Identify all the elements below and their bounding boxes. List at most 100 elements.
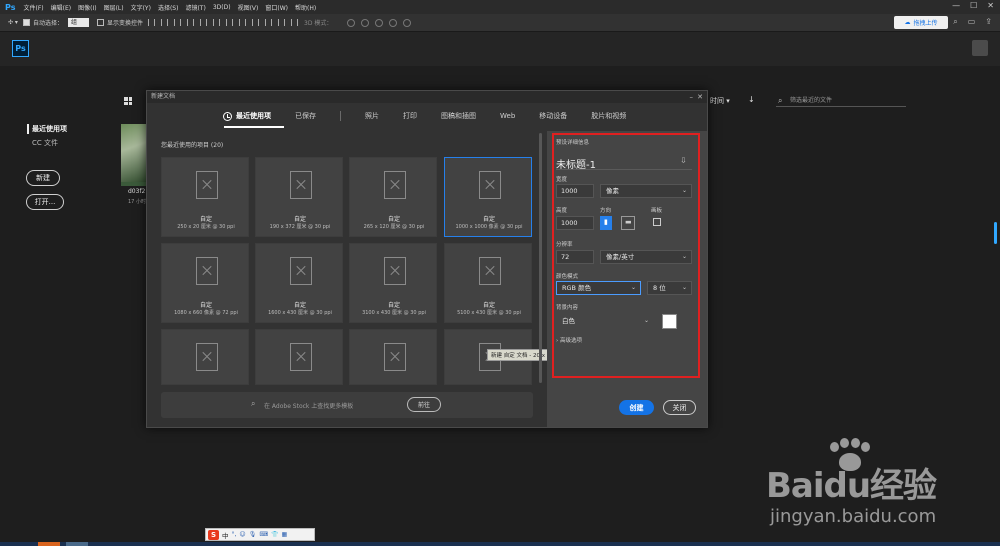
preset-card[interactable]: 自定 250 x 20 厘米 @ 30 ppi [161, 157, 249, 237]
tab-film[interactable]: 胶片和视频 [591, 111, 626, 121]
menu-view[interactable]: 视图(V) [238, 3, 259, 12]
preset-card[interactable]: 自定 190 x 372 厘米 @ 30 ppi [255, 157, 343, 237]
menu-window[interactable]: 窗口(W) [265, 3, 288, 12]
3d-tools [347, 18, 412, 27]
stock-go-button[interactable]: 前往 [407, 397, 441, 412]
recent-file-thumbnail[interactable] [121, 124, 149, 186]
sort-select[interactable]: 时间 ▾ [710, 96, 730, 106]
sort-label: 时间 [710, 97, 724, 105]
search-icon[interactable]: ⌕ [953, 17, 957, 27]
grid-view-icon[interactable] [124, 97, 132, 105]
dialog-minimize-icon[interactable]: – [690, 91, 694, 103]
align-top-icon[interactable] [187, 19, 194, 26]
scale-icon[interactable] [403, 18, 412, 27]
close-icon[interactable]: ✕ [987, 1, 994, 10]
tab-recent[interactable]: 最近使用项 [223, 111, 271, 121]
workspace-icon[interactable]: ▭ [968, 17, 976, 27]
create-button[interactable]: 创建 [619, 400, 654, 415]
slide-icon[interactable] [389, 18, 398, 27]
toolbox-icon[interactable]: ▦ [281, 531, 287, 538]
minimize-icon[interactable]: — [952, 1, 960, 10]
preset-card-selected[interactable]: 自定 1000 x 1000 像素 @ 30 ppi [444, 157, 532, 237]
layer-select[interactable]: 组 [67, 18, 89, 27]
skin-icon[interactable]: 👕 [271, 531, 278, 538]
filter-recent-input[interactable]: ⌕ 筛选最近的文件 [776, 94, 906, 107]
show-transform-checkbox[interactable] [96, 19, 104, 26]
dialog-close-icon[interactable]: ✕ [697, 91, 703, 103]
stock-search-input[interactable]: 在 Adobe Stock 上查找更多模板 [264, 401, 353, 410]
tab-art[interactable]: 图稿和插图 [441, 111, 476, 121]
tab-web[interactable]: Web [500, 112, 515, 120]
preset-card[interactable]: 自定 3100 x 430 厘米 @ 30 ppi [349, 243, 437, 323]
menu-select[interactable]: 选择(S) [158, 3, 179, 12]
taskbar-app-icon[interactable] [38, 542, 60, 546]
close-button[interactable]: 关闭 [663, 400, 696, 415]
preset-card[interactable]: 自定 1600 x 430 厘米 @ 30 ppi [255, 243, 343, 323]
preset-card[interactable] [255, 329, 343, 385]
menu-bar: Ps 文件(F) 编辑(E) 图像(I) 图层(L) 文字(Y) 选择(S) 滤… [0, 0, 1000, 14]
menu-file[interactable]: 文件(F) [23, 3, 43, 12]
preset-card[interactable] [161, 329, 249, 385]
emoji-icon[interactable]: ☺ [239, 531, 245, 538]
distribute-bottom-icon[interactable] [291, 19, 298, 26]
orbit-icon[interactable] [347, 18, 356, 27]
clock-icon [223, 111, 232, 121]
share-label: 拖拽上传 [913, 20, 938, 27]
preset-dim: 265 x 120 厘米 @ 30 ppi [363, 224, 425, 230]
new-button[interactable]: 新建 [26, 170, 60, 186]
distribute-top-icon[interactable] [265, 19, 272, 26]
sort-direction-icon[interactable]: ↓ [748, 95, 755, 104]
punctuation-icon[interactable]: °, [232, 531, 237, 538]
menu-3d[interactable]: 3D(D) [213, 4, 231, 11]
ime-language[interactable]: 中 [222, 530, 229, 540]
menu-image[interactable]: 图像(I) [78, 3, 96, 12]
menu-edit[interactable]: 编辑(E) [51, 3, 71, 12]
align-right-icon[interactable] [174, 19, 181, 26]
tab-mobile[interactable]: 移动设备 [539, 111, 567, 121]
auto-select-checkbox[interactable] [22, 19, 30, 26]
workspace-scroll-indicator[interactable] [994, 222, 997, 244]
taskbar-app-icon[interactable] [66, 542, 88, 546]
upload-share-button[interactable]: ☁ 拖拽上传 [894, 16, 948, 29]
presets-scrollbar[interactable] [539, 133, 542, 383]
distribute-right-icon[interactable] [252, 19, 259, 26]
align-left-icon[interactable] [148, 19, 155, 26]
align-middle-icon[interactable] [200, 19, 207, 26]
tab-print[interactable]: 打印 [403, 111, 417, 121]
distribute-middle-icon[interactable] [278, 19, 285, 26]
preset-card[interactable]: 自定 265 x 120 厘米 @ 30 ppi [349, 157, 437, 237]
distribute-left-icon[interactable] [226, 19, 233, 26]
roll-icon[interactable] [361, 18, 370, 27]
export-icon[interactable]: ⇪ [985, 17, 992, 27]
tab-separator [340, 111, 341, 121]
align-center-icon[interactable] [161, 19, 168, 26]
preset-card[interactable]: 自定 1080 x 660 像素 @ 72 ppi [161, 243, 249, 323]
nav-cc-files[interactable]: CC 文件 [27, 138, 67, 148]
recent-file-name: d03f2 [128, 188, 146, 195]
tab-photo[interactable]: 照片 [365, 111, 379, 121]
voice-icon[interactable]: 🎙 [249, 531, 257, 538]
move-tool-icon[interactable]: ✣ ▾ [8, 19, 18, 26]
preset-dim: 1600 x 430 厘米 @ 30 ppi [268, 310, 332, 316]
account-avatar[interactable] [972, 40, 988, 56]
tab-saved[interactable]: 已保存 [295, 111, 316, 121]
document-icon [196, 257, 218, 285]
distribute-center-icon[interactable] [239, 19, 246, 26]
search-icon: ⌕ [778, 96, 783, 105]
open-button[interactable]: 打开... [26, 194, 64, 210]
menu-help[interactable]: 帮助(H) [295, 3, 316, 12]
preset-name: 自定 [293, 216, 306, 223]
maximize-icon[interactable]: ☐ [970, 1, 977, 10]
drag-icon[interactable] [375, 18, 384, 27]
preset-card[interactable] [349, 329, 437, 385]
menu-type[interactable]: 文字(Y) [131, 3, 151, 12]
menu-filter[interactable]: 滤镜(T) [185, 3, 205, 12]
search-icon: ⌕ [251, 399, 256, 408]
sogou-logo-icon[interactable]: S [208, 529, 219, 540]
menu-layer[interactable]: 图层(L) [104, 3, 124, 12]
nav-recent[interactable]: 最近使用项 [27, 124, 67, 134]
dialog-title: 新建文档 – ✕ [147, 91, 707, 103]
align-bottom-icon[interactable] [213, 19, 220, 26]
keyboard-icon[interactable]: ⌨ [259, 531, 268, 538]
preset-card[interactable]: 自定 5100 x 430 厘米 @ 30 ppi [444, 243, 532, 323]
